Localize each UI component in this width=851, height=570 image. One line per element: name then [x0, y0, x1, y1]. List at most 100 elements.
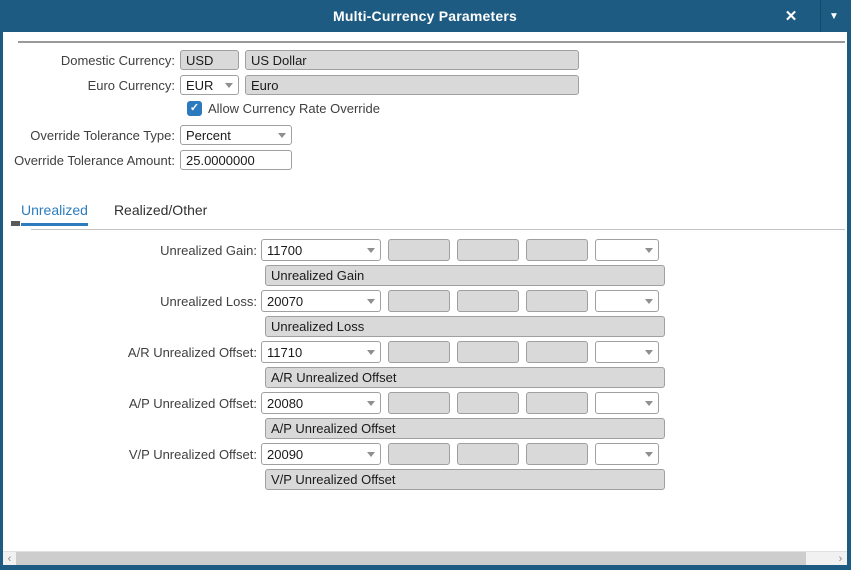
domestic-currency-description-field: US Dollar [245, 50, 579, 70]
vp-unrealized-offset-account-value: 20090 [267, 447, 303, 462]
account-segment-field [388, 443, 450, 465]
unrealized-loss-group: Unrealized Loss: 20070 Unrealized Loss [3, 290, 847, 337]
account-segment-field [526, 341, 588, 363]
euro-currency-row: Euro Currency: EUR Euro [3, 75, 847, 95]
dropdown-arrow-icon [645, 452, 653, 457]
unrealized-loss-account-value: 20070 [267, 294, 303, 309]
tolerance-amount-input[interactable]: 25.0000000 [180, 150, 292, 170]
tab-unrealized[interactable]: Unrealized [21, 202, 88, 226]
dropdown-arrow-icon [645, 401, 653, 406]
title-divider [18, 41, 845, 43]
account-segment-field [457, 290, 519, 312]
multi-currency-parameters-dialog: Multi-Currency Parameters ✕ ▼ Domestic C… [0, 0, 851, 570]
close-icon: ✕ [785, 7, 798, 25]
unrealized-loss-description-field: Unrealized Loss [265, 316, 665, 337]
horizontal-scrollbar: ‹ › [3, 551, 847, 565]
allow-override-label: Allow Currency Rate Override [208, 101, 380, 116]
dropdown-arrow-icon [367, 299, 375, 304]
account-segment-field [457, 392, 519, 414]
unrealized-gain-account-value: 11700 [267, 243, 302, 258]
dropdown-arrow-icon [367, 248, 375, 253]
unrealized-loss-account-combo[interactable]: 20070 [261, 290, 381, 312]
check-icon: ✓ [190, 103, 199, 114]
account-segment-field [457, 239, 519, 261]
scroll-left-button[interactable]: ‹ [3, 552, 16, 565]
scrollbar-track[interactable] [806, 552, 834, 565]
tolerance-amount-value: 25.0000000 [186, 153, 255, 168]
domestic-currency-code-value: USD [186, 53, 213, 68]
ap-unrealized-offset-description-value: A/P Unrealized Offset [271, 421, 396, 436]
dialog-title: Multi-Currency Parameters [3, 8, 847, 24]
chevron-right-icon: › [839, 553, 843, 565]
euro-currency-combo[interactable]: EUR [180, 75, 239, 95]
account-subsegment-combo[interactable] [595, 239, 659, 261]
account-segment-field [388, 239, 450, 261]
ar-unrealized-offset-account-combo[interactable]: 11710 [261, 341, 381, 363]
ap-unrealized-offset-label: A/P Unrealized Offset: [3, 396, 261, 411]
dropdown-arrow-icon [645, 350, 653, 355]
ar-unrealized-offset-label: A/R Unrealized Offset: [3, 345, 261, 360]
domestic-currency-description-value: US Dollar [251, 53, 307, 68]
tab-realized-other[interactable]: Realized/Other [114, 202, 207, 226]
ar-unrealized-offset-description-field: A/R Unrealized Offset [265, 367, 665, 388]
account-segment-field [388, 290, 450, 312]
ap-unrealized-offset-account-combo[interactable]: 20080 [261, 392, 381, 414]
unrealized-loss-description-value: Unrealized Loss [271, 319, 364, 334]
titlebar-controls: ✕ ▼ [762, 0, 847, 32]
tab-strip: Unrealized Realized/Other [3, 202, 847, 230]
unrealized-gain-label: Unrealized Gain: [3, 243, 261, 258]
vp-unrealized-offset-label: V/P Unrealized Offset: [3, 447, 261, 462]
account-segment-field [388, 392, 450, 414]
account-segment-field [457, 443, 519, 465]
euro-currency-code-value: EUR [186, 78, 213, 93]
account-segment-field [388, 341, 450, 363]
account-segment-field [526, 290, 588, 312]
titlebar: Multi-Currency Parameters ✕ ▼ [3, 0, 847, 32]
tab-strip-handle [11, 221, 20, 226]
allow-currency-rate-override-checkbox[interactable]: ✓ [187, 101, 202, 116]
unrealized-gain-account-combo[interactable]: 11700 [261, 239, 381, 261]
unrealized-gain-description-field: Unrealized Gain [265, 265, 665, 286]
dropdown-arrow-icon [367, 452, 375, 457]
domestic-currency-code-field: USD [180, 50, 239, 70]
ap-unrealized-offset-description-field: A/P Unrealized Offset [265, 418, 665, 439]
currency-form: Domestic Currency: USD US Dollar Euro Cu… [3, 50, 847, 170]
account-subsegment-combo[interactable] [595, 392, 659, 414]
account-segment-field [526, 239, 588, 261]
close-button[interactable]: ✕ [762, 0, 820, 32]
scrollbar-thumb[interactable] [16, 552, 806, 565]
unrealized-gain-group: Unrealized Gain: 11700 Unrealized Gain [3, 239, 847, 286]
window-menu-button[interactable]: ▼ [820, 0, 847, 32]
vp-unrealized-offset-description-value: V/P Unrealized Offset [271, 472, 396, 487]
euro-currency-description-field: Euro [245, 75, 579, 95]
scroll-right-button[interactable]: › [834, 552, 847, 565]
account-segment-field [526, 443, 588, 465]
account-segment-field [457, 341, 519, 363]
tolerance-type-label: Override Tolerance Type: [3, 128, 180, 143]
tab-divider [31, 229, 845, 230]
account-subsegment-combo[interactable] [595, 290, 659, 312]
dropdown-arrow-icon [225, 83, 233, 88]
dropdown-arrow-icon [278, 133, 286, 138]
account-segment-field [526, 392, 588, 414]
ap-unrealized-offset-group: A/P Unrealized Offset: 20080 A/P Unreali… [3, 392, 847, 439]
ap-unrealized-offset-account-value: 20080 [267, 396, 303, 411]
domestic-currency-label: Domestic Currency: [3, 53, 180, 68]
dropdown-arrow-icon [367, 350, 375, 355]
vp-unrealized-offset-group: V/P Unrealized Offset: 20090 V/P Unreali… [3, 443, 847, 490]
tolerance-type-combo[interactable]: Percent [180, 125, 292, 145]
euro-currency-label: Euro Currency: [3, 78, 180, 93]
unrealized-accounts-panel: Unrealized Gain: 11700 Unrealized Gain [3, 239, 847, 490]
ar-unrealized-offset-account-value: 11710 [267, 345, 302, 360]
dropdown-arrow-icon [367, 401, 375, 406]
unrealized-loss-label: Unrealized Loss: [3, 294, 261, 309]
unrealized-gain-description-value: Unrealized Gain [271, 268, 364, 283]
chevron-left-icon: ‹ [8, 553, 12, 565]
account-subsegment-combo[interactable] [595, 443, 659, 465]
euro-currency-description-value: Euro [251, 78, 278, 93]
allow-override-row: ✓ Allow Currency Rate Override [187, 101, 847, 116]
account-subsegment-combo[interactable] [595, 341, 659, 363]
vp-unrealized-offset-account-combo[interactable]: 20090 [261, 443, 381, 465]
tolerance-type-value: Percent [186, 128, 231, 143]
chevron-down-icon: ▼ [829, 11, 839, 22]
